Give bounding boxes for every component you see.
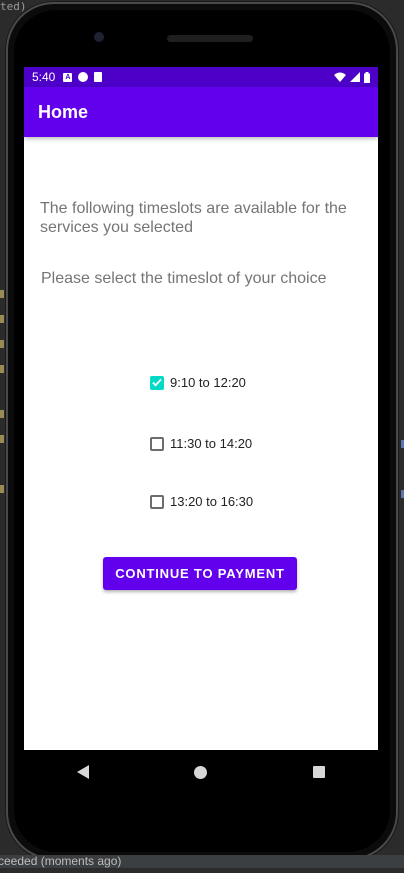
ide-status-bar: ceeded (moments ago) [0,854,404,868]
a-box-icon: A [63,72,73,82]
recent-apps-icon[interactable] [313,766,326,778]
wifi-icon [334,72,346,82]
status-time: 5:40 [32,70,56,84]
ide-right-gutter [400,420,404,540]
back-icon[interactable] [76,765,89,779]
battery-icon [364,71,370,83]
app-screen: 5:40 A Home The following timeslots are … [24,67,378,750]
app-bar: Home [24,87,378,137]
circle-p-icon [78,72,89,82]
select-prompt: Please select the timeslot of your choic… [41,270,327,287]
camera-icon [94,32,104,42]
checkbox-unchecked[interactable] [150,494,164,509]
timeslot-option[interactable]: 9:10 to 12:20 [150,375,246,390]
home-icon[interactable] [194,765,208,779]
ide-build-status: ceeded (moments ago) [0,854,122,868]
ide-background-text: ted) [0,0,27,13]
timeslot-label: 13:20 to 16:30 [170,494,254,509]
main-content: The following timeslots are available fo… [24,137,378,750]
sd-card-icon [94,72,103,82]
checkbox-unchecked[interactable] [150,436,164,451]
timeslot-label: 9:10 to 12:20 [170,375,246,390]
system-nav-bar [24,750,378,794]
checkbox-checked[interactable] [150,375,164,390]
check-icon [152,378,162,387]
continue-to-payment-button[interactable]: CONTINUE TO PAYMENT [103,557,297,590]
speaker-grille [167,35,253,42]
timeslot-label: 11:30 to 14:20 [170,436,253,451]
timeslot-option[interactable]: 11:30 to 14:20 [150,436,252,451]
status-bar: 5:40 A [24,67,378,87]
intro-text: The following timeslots are available fo… [40,200,347,236]
timeslot-option[interactable]: 13:20 to 16:30 [150,494,253,509]
signal-icon [350,72,360,82]
page-title: Home [38,101,89,122]
